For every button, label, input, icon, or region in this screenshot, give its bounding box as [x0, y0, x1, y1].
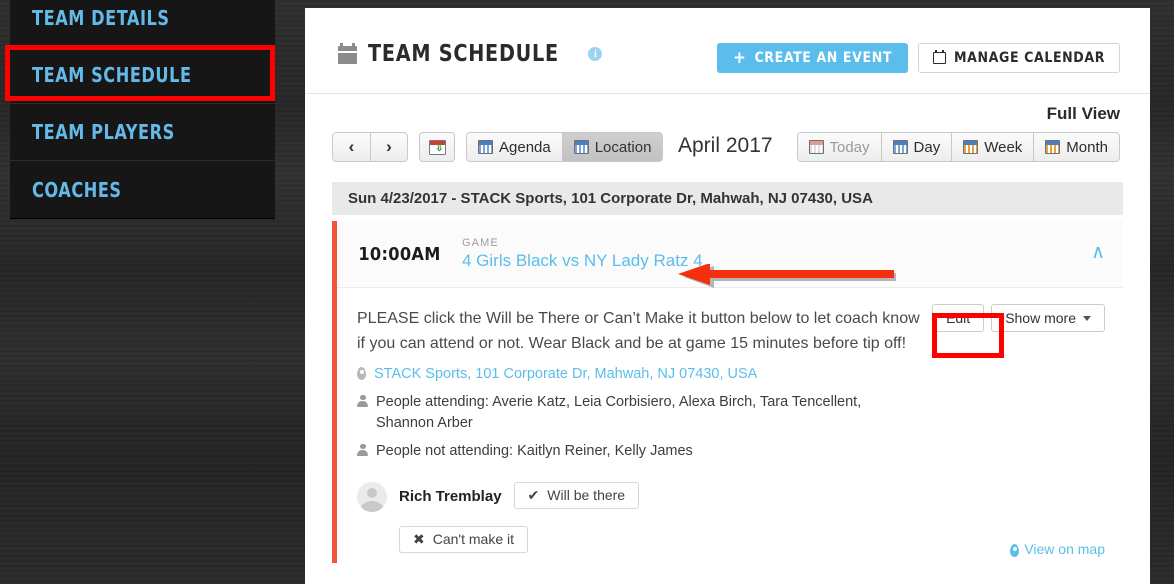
range-week-label: Week	[984, 138, 1023, 156]
range-week-button[interactable]: Week	[951, 132, 1034, 162]
nav-arrow-group: ‹ ›	[332, 132, 408, 162]
people-not-attending-line: People not attending: Kaitlyn Reiner, Ke…	[357, 441, 917, 462]
view-on-map-label: View on map	[1024, 540, 1105, 557]
people-attending-text: People attending: Averie Katz, Leia Corb…	[376, 393, 862, 431]
event-body-actions: Edit Show more	[932, 304, 1105, 332]
event-description: PLEASE click the Will be There or Can’t …	[357, 310, 920, 353]
chevron-up-icon[interactable]: ∧	[1091, 243, 1105, 262]
rsvp-second-row: ✖ Can't make it	[357, 525, 687, 553]
chevron-down-icon	[1083, 315, 1091, 321]
prev-button[interactable]: ‹	[332, 132, 370, 162]
show-more-dropdown[interactable]: Show more	[991, 304, 1105, 332]
header-actions: + Create an Event Manage Calendar	[717, 43, 1120, 73]
sidebar-item-team-schedule[interactable]: Team Schedule	[10, 47, 275, 104]
person-icon	[357, 443, 368, 457]
range-today-label: Today	[829, 138, 870, 156]
tab-agenda-label: Agenda	[499, 138, 551, 156]
rsvp-user-name: Rich Tremblay	[399, 487, 502, 505]
event-summary-row[interactable]: 10:00AM GAME 4 Girls Black vs NY Lady Ra…	[337, 221, 1123, 288]
sidebar-nav: Team Details Team Schedule Team Players …	[10, 0, 275, 219]
edit-button-label: Edit	[946, 310, 971, 326]
show-more-label: Show more	[1005, 310, 1076, 326]
tab-location-label: Location	[594, 138, 652, 156]
full-view-label: Full View	[1046, 104, 1120, 123]
calendar-icon	[808, 140, 824, 154]
range-group: Today Day Week Month	[796, 132, 1120, 162]
cant-make-it-button[interactable]: ✖ Can't make it	[399, 525, 528, 553]
sidebar-item-label: Team Details	[32, 6, 170, 30]
sidebar-item-label: Team Players	[32, 120, 175, 144]
manage-calendar-label: Manage Calendar	[954, 50, 1105, 66]
range-today-button[interactable]: Today	[796, 132, 881, 162]
will-be-there-button[interactable]: ✔ Will be there	[513, 481, 640, 509]
next-button[interactable]: ›	[370, 132, 408, 162]
plus-icon: +	[733, 47, 747, 68]
view-mode-group: Agenda Location	[466, 132, 664, 162]
toolbar-left-group: ‹ › ⇩ Agenda Location	[332, 132, 664, 162]
page-title-group: Team Schedule i	[338, 41, 603, 67]
event-location-line: STACK Sports, 101 Corporate Dr, Mahwah, …	[357, 364, 917, 385]
panel-header: Team Schedule i + Create an Event Manage…	[305, 8, 1150, 94]
sidebar-item-coaches[interactable]: Coaches	[10, 161, 275, 218]
cant-make-it-label: Can't make it	[432, 531, 514, 548]
event-kind-label: GAME	[462, 237, 499, 249]
edit-button[interactable]: Edit	[932, 304, 985, 332]
range-month-label: Month	[1066, 138, 1108, 156]
main-content-panel: Team Schedule i + Create an Event Manage…	[305, 8, 1150, 584]
info-icon[interactable]: i	[588, 47, 603, 61]
close-icon: ✖	[413, 530, 425, 547]
person-icon	[357, 394, 368, 408]
calendar-icon	[573, 140, 589, 154]
calendar-icon	[892, 140, 908, 154]
create-an-event-button[interactable]: + Create an Event	[717, 43, 909, 73]
day-group-header: Sun 4/23/2017 - STACK Sports, 101 Corpor…	[332, 182, 1123, 215]
event-title-link[interactable]: 4 Girls Black vs NY Lady Ratz 4	[462, 251, 703, 271]
event-time: 10:00AM	[358, 243, 441, 265]
avatar	[357, 481, 387, 512]
map-pin-icon	[357, 366, 366, 380]
range-day-button[interactable]: Day	[880, 132, 952, 162]
people-attending-line: People attending: Averie Katz, Leia Corb…	[357, 392, 917, 434]
export-calendar-button[interactable]: ⇩	[419, 132, 455, 162]
check-icon: ✔	[527, 486, 540, 503]
range-day-label: Day	[913, 138, 941, 156]
tab-agenda[interactable]: Agenda	[466, 132, 562, 162]
calendar-icon	[478, 140, 493, 154]
toolbar-right-group: Today Day Week Month	[796, 132, 1120, 162]
page-title: Team Schedule	[368, 41, 559, 67]
month-label: April 2017	[678, 134, 773, 157]
calendar-icon	[1045, 140, 1061, 154]
create-an-event-label: Create an Event	[754, 50, 893, 66]
calendar-export-icon: ⇩	[428, 139, 446, 155]
people-not-attending-text: People not attending: Kaitlyn Reiner, Ke…	[376, 442, 693, 459]
manage-calendar-button[interactable]: Manage Calendar	[918, 43, 1120, 73]
event-headline: GAME 4 Girls Black vs NY Lady Ratz 4	[462, 237, 703, 271]
calendar-icon	[963, 140, 979, 154]
view-on-map-link[interactable]: View on map	[1010, 541, 1105, 557]
sidebar-item-label: Team Schedule	[32, 63, 192, 87]
sidebar-item-team-players[interactable]: Team Players	[10, 104, 275, 161]
event-location-link[interactable]: STACK Sports, 101 Corporate Dr, Mahwah, …	[374, 364, 757, 385]
tab-location[interactable]: Location	[561, 132, 664, 162]
rsvp-section: Rich Tremblay ✔ Will be there ✖ Can't ma…	[357, 481, 687, 553]
calendar-icon	[338, 43, 357, 64]
sidebar-item-label: Coaches	[32, 177, 122, 202]
event-card: 10:00AM GAME 4 Girls Black vs NY Lady Ra…	[332, 221, 1123, 563]
calendar-toolbar: Full View ‹ › ⇩ Agenda Location April 20…	[305, 94, 1150, 182]
map-pin-icon	[1010, 543, 1020, 557]
will-be-there-label: Will be there	[547, 487, 626, 504]
event-details-body: Edit Show more PLEASE click the Will be …	[337, 288, 1123, 563]
sidebar-item-team-details[interactable]: Team Details	[10, 0, 275, 47]
range-month-button[interactable]: Month	[1033, 132, 1120, 162]
calendar-icon	[933, 50, 947, 64]
